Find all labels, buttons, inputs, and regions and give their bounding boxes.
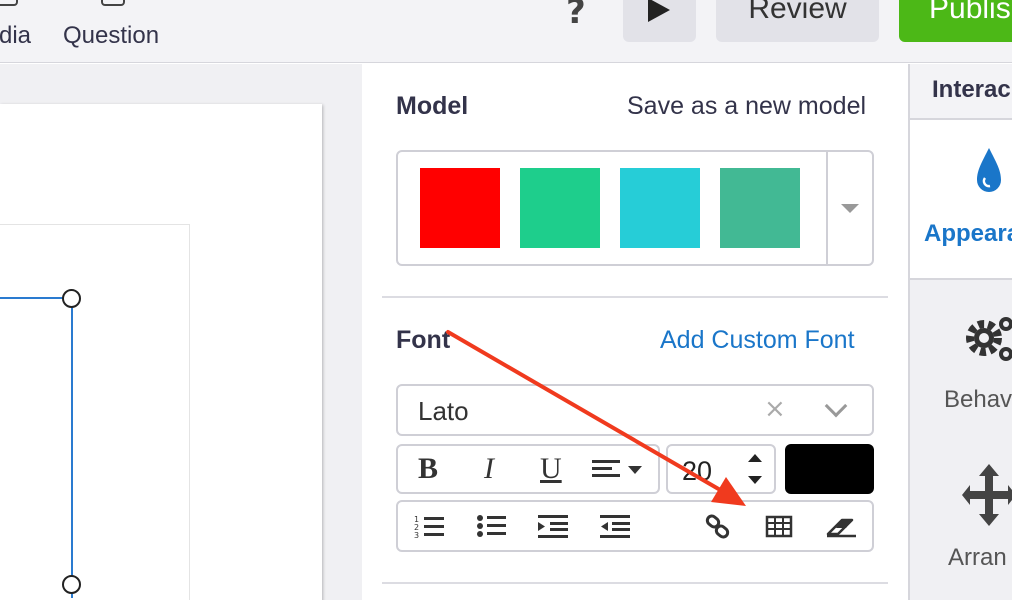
model-picker-divider (826, 152, 828, 264)
question-tool-label[interactable]: Question (63, 22, 159, 50)
model-swatch-red[interactable] (420, 168, 500, 248)
ordered-list-icon[interactable]: 1 2 3 (414, 514, 446, 540)
publish-button[interactable]: Publis (899, 0, 1012, 42)
paragraph-tools-group: 1 2 3 (396, 500, 874, 552)
add-custom-font-link[interactable]: Add Custom Font (660, 326, 855, 355)
italic-button[interactable]: I (484, 452, 494, 486)
font-family-select[interactable]: Lato × (396, 384, 874, 436)
model-swatch-teal[interactable] (720, 168, 800, 248)
model-picker[interactable] (396, 150, 874, 266)
underline-button[interactable]: U (540, 452, 562, 486)
link-icon[interactable] (702, 514, 734, 540)
review-button[interactable]: Review (716, 0, 879, 42)
tab-list-lower: Behav Arran (910, 278, 1012, 600)
font-section-title: Font (396, 326, 451, 354)
caret-down-icon[interactable] (841, 204, 859, 213)
model-swatch-green[interactable] (520, 168, 600, 248)
resize-handle-bottom-right[interactable] (62, 575, 81, 594)
section-divider-lower (382, 582, 888, 584)
model-swatch-cyan[interactable] (620, 168, 700, 248)
table-icon[interactable] (764, 514, 796, 540)
preview-play-button[interactable] (623, 0, 696, 42)
move-arrows-icon[interactable] (962, 464, 1012, 526)
media-tool-label[interactable]: dia (0, 22, 31, 50)
help-icon[interactable]: ? (566, 0, 586, 32)
increment-icon[interactable] (748, 454, 762, 462)
model-section-title: Model (396, 92, 469, 120)
font-size-stepper[interactable]: 20 (666, 444, 776, 494)
droplet-icon[interactable] (976, 146, 1002, 194)
resize-handle-top-right[interactable] (62, 289, 81, 308)
font-size-value[interactable]: 20 (682, 456, 712, 487)
font-color-picker[interactable] (785, 444, 874, 494)
properties-panel: Model Save as a new model Font Add Custo… (362, 64, 908, 600)
bold-button[interactable]: B (418, 452, 438, 486)
chevron-down-icon[interactable] (824, 394, 848, 418)
behavior-tab-label[interactable]: Behav (944, 386, 1012, 414)
text-style-group: B I U (396, 444, 660, 494)
font-family-value: Lato (418, 396, 469, 426)
section-divider (382, 296, 888, 298)
decrement-icon[interactable] (748, 476, 762, 484)
eraser-icon[interactable] (826, 514, 858, 540)
question-icon (101, 0, 125, 6)
gears-icon[interactable] (960, 310, 1012, 364)
indent-icon[interactable] (538, 514, 570, 540)
selection-border-right (71, 298, 73, 598)
svg-text:3: 3 (414, 531, 419, 540)
interactions-tab-header[interactable]: Interac (910, 64, 1012, 120)
arrange-tab-label[interactable]: Arran (948, 544, 1007, 572)
clear-icon[interactable]: × (764, 394, 786, 424)
align-left-icon[interactable] (592, 458, 650, 482)
save-as-new-model-link[interactable]: Save as a new model (627, 92, 866, 121)
play-icon (648, 0, 670, 22)
top-toolbar: dia Question ? Review Publis (0, 0, 1012, 63)
slide-region (0, 224, 190, 600)
slide-page[interactable] (0, 104, 322, 600)
outdent-icon[interactable] (600, 514, 632, 540)
bullet-list-icon[interactable] (476, 514, 508, 540)
right-tab-column: Interac Appeara Behav Arran (908, 64, 1012, 600)
appearance-tab-label[interactable]: Appeara (924, 220, 1012, 248)
slide-canvas-area (0, 64, 362, 600)
media-icon (0, 0, 18, 6)
